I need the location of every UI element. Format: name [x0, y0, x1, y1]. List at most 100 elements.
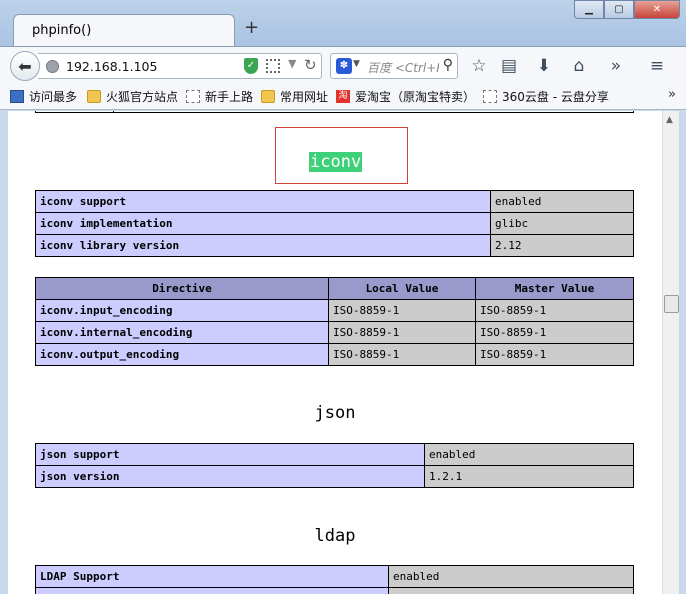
navigation-toolbar: 192.168.1.105 ✓ ▼ ↻ ⬅ ✽ ▼ 百度 <Ctrl+K> ⚲ … — [0, 46, 686, 84]
ldap-section-title: ldap — [314, 526, 356, 546]
directive-name: iconv.internal_encoding — [35, 321, 329, 344]
back-button[interactable]: ⬅ — [10, 51, 40, 81]
qr-code-icon[interactable] — [266, 59, 280, 73]
table-row: iconv support enabled — [35, 190, 634, 213]
search-icon[interactable]: ⚲ — [443, 57, 453, 73]
table-row: iconv implementation glibc — [35, 212, 634, 235]
page-icon — [483, 90, 497, 103]
scroll-up-arrow-icon[interactable]: ▲ — [666, 115, 673, 125]
table-row: iconv.input_encoding ISO-8859-1 ISO-8859… — [35, 299, 634, 322]
vertical-scrollbar[interactable]: ▲ — [662, 111, 679, 594]
row-value: glibc — [490, 212, 634, 235]
bookmark-label: 火狐官方站点 — [106, 90, 179, 104]
search-bar[interactable]: ✽ ▼ 百度 <Ctrl+K> ⚲ — [330, 53, 458, 79]
row-name: LDAP Support — [35, 565, 389, 588]
new-tab-button[interactable]: + — [244, 18, 259, 38]
ldap-info-table: LDAP Support enabled — [35, 565, 634, 594]
iconv-section-title: iconv — [309, 152, 363, 172]
search-engine-dropdown-icon[interactable]: ▼ — [353, 59, 360, 69]
title-bar: phpinfo() + ▁ ▢ ✕ — [0, 0, 686, 46]
table-row: json support enabled — [35, 443, 634, 466]
row-name: iconv implementation — [35, 212, 491, 235]
master-value: ISO-8859-1 — [475, 321, 634, 344]
bookmark-label: 常用网址 — [280, 90, 329, 104]
bookmark-firefox-site[interactable]: 火狐官方站点 — [87, 88, 178, 105]
table-row: iconv library version 2.12 — [35, 234, 634, 257]
table-row: json version 1.2.1 — [35, 465, 634, 488]
json-section-title: json — [314, 403, 356, 423]
url-bar[interactable]: 192.168.1.105 ✓ ▼ ↻ — [38, 53, 322, 79]
window-controls: ▁ ▢ ✕ — [574, 0, 680, 19]
iconv-directives-table: Directive Local Value Master Value iconv… — [35, 277, 634, 366]
bookmarks-list-icon[interactable]: ▤ — [498, 55, 520, 77]
table-row: iconv.internal_encoding ISO-8859-1 ISO-8… — [35, 321, 634, 344]
globe-icon — [46, 60, 59, 73]
row-name-partial — [35, 587, 389, 594]
header-master-value: Master Value — [475, 277, 634, 300]
maximize-button[interactable]: ▢ — [604, 0, 634, 19]
scroll-thumb[interactable] — [664, 295, 679, 313]
tab-phpinfo[interactable]: phpinfo() — [13, 14, 235, 46]
row-value: 1.2.1 — [424, 465, 634, 488]
previous-table-edge — [35, 111, 634, 113]
table-row — [35, 587, 634, 594]
taobao-icon: 淘 — [336, 90, 350, 103]
window-border — [679, 111, 686, 594]
bookmark-label: 新手上路 — [205, 90, 254, 104]
table-row: iconv.output_encoding ISO-8859-1 ISO-885… — [35, 343, 634, 366]
menu-icon[interactable]: ≡ — [646, 55, 668, 77]
overflow-chevron-icon[interactable]: » — [605, 55, 627, 77]
row-value: enabled — [490, 190, 634, 213]
reload-icon[interactable]: ↻ — [304, 56, 317, 74]
back-arrow-icon: ⬅ — [18, 56, 32, 76]
row-value-partial — [388, 587, 634, 594]
local-value: ISO-8859-1 — [328, 343, 476, 366]
minimize-icon: ▁ — [585, 4, 593, 15]
row-value: enabled — [424, 443, 634, 466]
baidu-paw-icon[interactable]: ✽ — [336, 58, 352, 74]
json-info-table: json support enabled json version 1.2.1 — [35, 443, 634, 488]
minimize-button[interactable]: ▁ — [574, 0, 604, 19]
bookmark-getting-started[interactable]: 新手上路 — [186, 88, 253, 105]
local-value: ISO-8859-1 — [328, 299, 476, 322]
close-icon: ✕ — [652, 4, 662, 15]
page-icon — [186, 90, 200, 103]
bookmark-label: 爱淘宝（原淘宝特卖） — [355, 90, 476, 104]
shield-icon[interactable]: ✓ — [244, 58, 258, 74]
header-directive: Directive — [35, 277, 329, 300]
folder-icon — [261, 90, 275, 103]
master-value: ISO-8859-1 — [475, 343, 634, 366]
row-name: json version — [35, 465, 425, 488]
row-value: enabled — [388, 565, 634, 588]
header-local-value: Local Value — [328, 277, 476, 300]
row-name: iconv library version — [35, 234, 491, 257]
url-text: 192.168.1.105 — [66, 59, 158, 74]
bookmark-label: 360云盘 - 云盘分享 — [502, 90, 609, 104]
bookmark-common-sites[interactable]: 常用网址 — [261, 88, 328, 105]
close-button[interactable]: ✕ — [634, 0, 680, 19]
home-icon[interactable]: ⌂ — [568, 55, 590, 77]
bookmark-most-visited[interactable]: 访问最多 — [10, 88, 77, 105]
bookmarks-bar: 访问最多 火狐官方站点 新手上路 常用网址 淘 爱淘宝（原淘宝特卖） 360云盘… — [0, 84, 686, 110]
table-header-row: Directive Local Value Master Value — [35, 277, 634, 300]
bookmark-star-icon[interactable]: ☆ — [468, 55, 490, 77]
bookmark-list-icon — [10, 90, 24, 103]
tab-title: phpinfo() — [32, 23, 92, 38]
row-value: 2.12 — [490, 234, 634, 257]
page-content: iconv iconv support enabled iconv implem… — [8, 111, 662, 594]
row-name: json support — [35, 443, 425, 466]
maximize-icon: ▢ — [614, 4, 624, 15]
directive-name: iconv.output_encoding — [35, 343, 329, 366]
bookmark-360-cloud[interactable]: 360云盘 - 云盘分享 — [483, 88, 609, 105]
iconv-heading-box: iconv — [275, 127, 408, 184]
local-value: ISO-8859-1 — [328, 321, 476, 344]
download-icon[interactable]: ⬇ — [533, 55, 555, 77]
directive-name: iconv.input_encoding — [35, 299, 329, 322]
master-value: ISO-8859-1 — [475, 299, 634, 322]
bookmark-aitaobao[interactable]: 淘 爱淘宝（原淘宝特卖） — [336, 88, 475, 105]
bookmarks-overflow-icon[interactable]: » — [668, 87, 676, 102]
url-dropdown-icon[interactable]: ▼ — [288, 57, 296, 70]
table-row: LDAP Support enabled — [35, 565, 634, 588]
row-name: iconv support — [35, 190, 491, 213]
bookmark-label: 访问最多 — [29, 90, 78, 104]
